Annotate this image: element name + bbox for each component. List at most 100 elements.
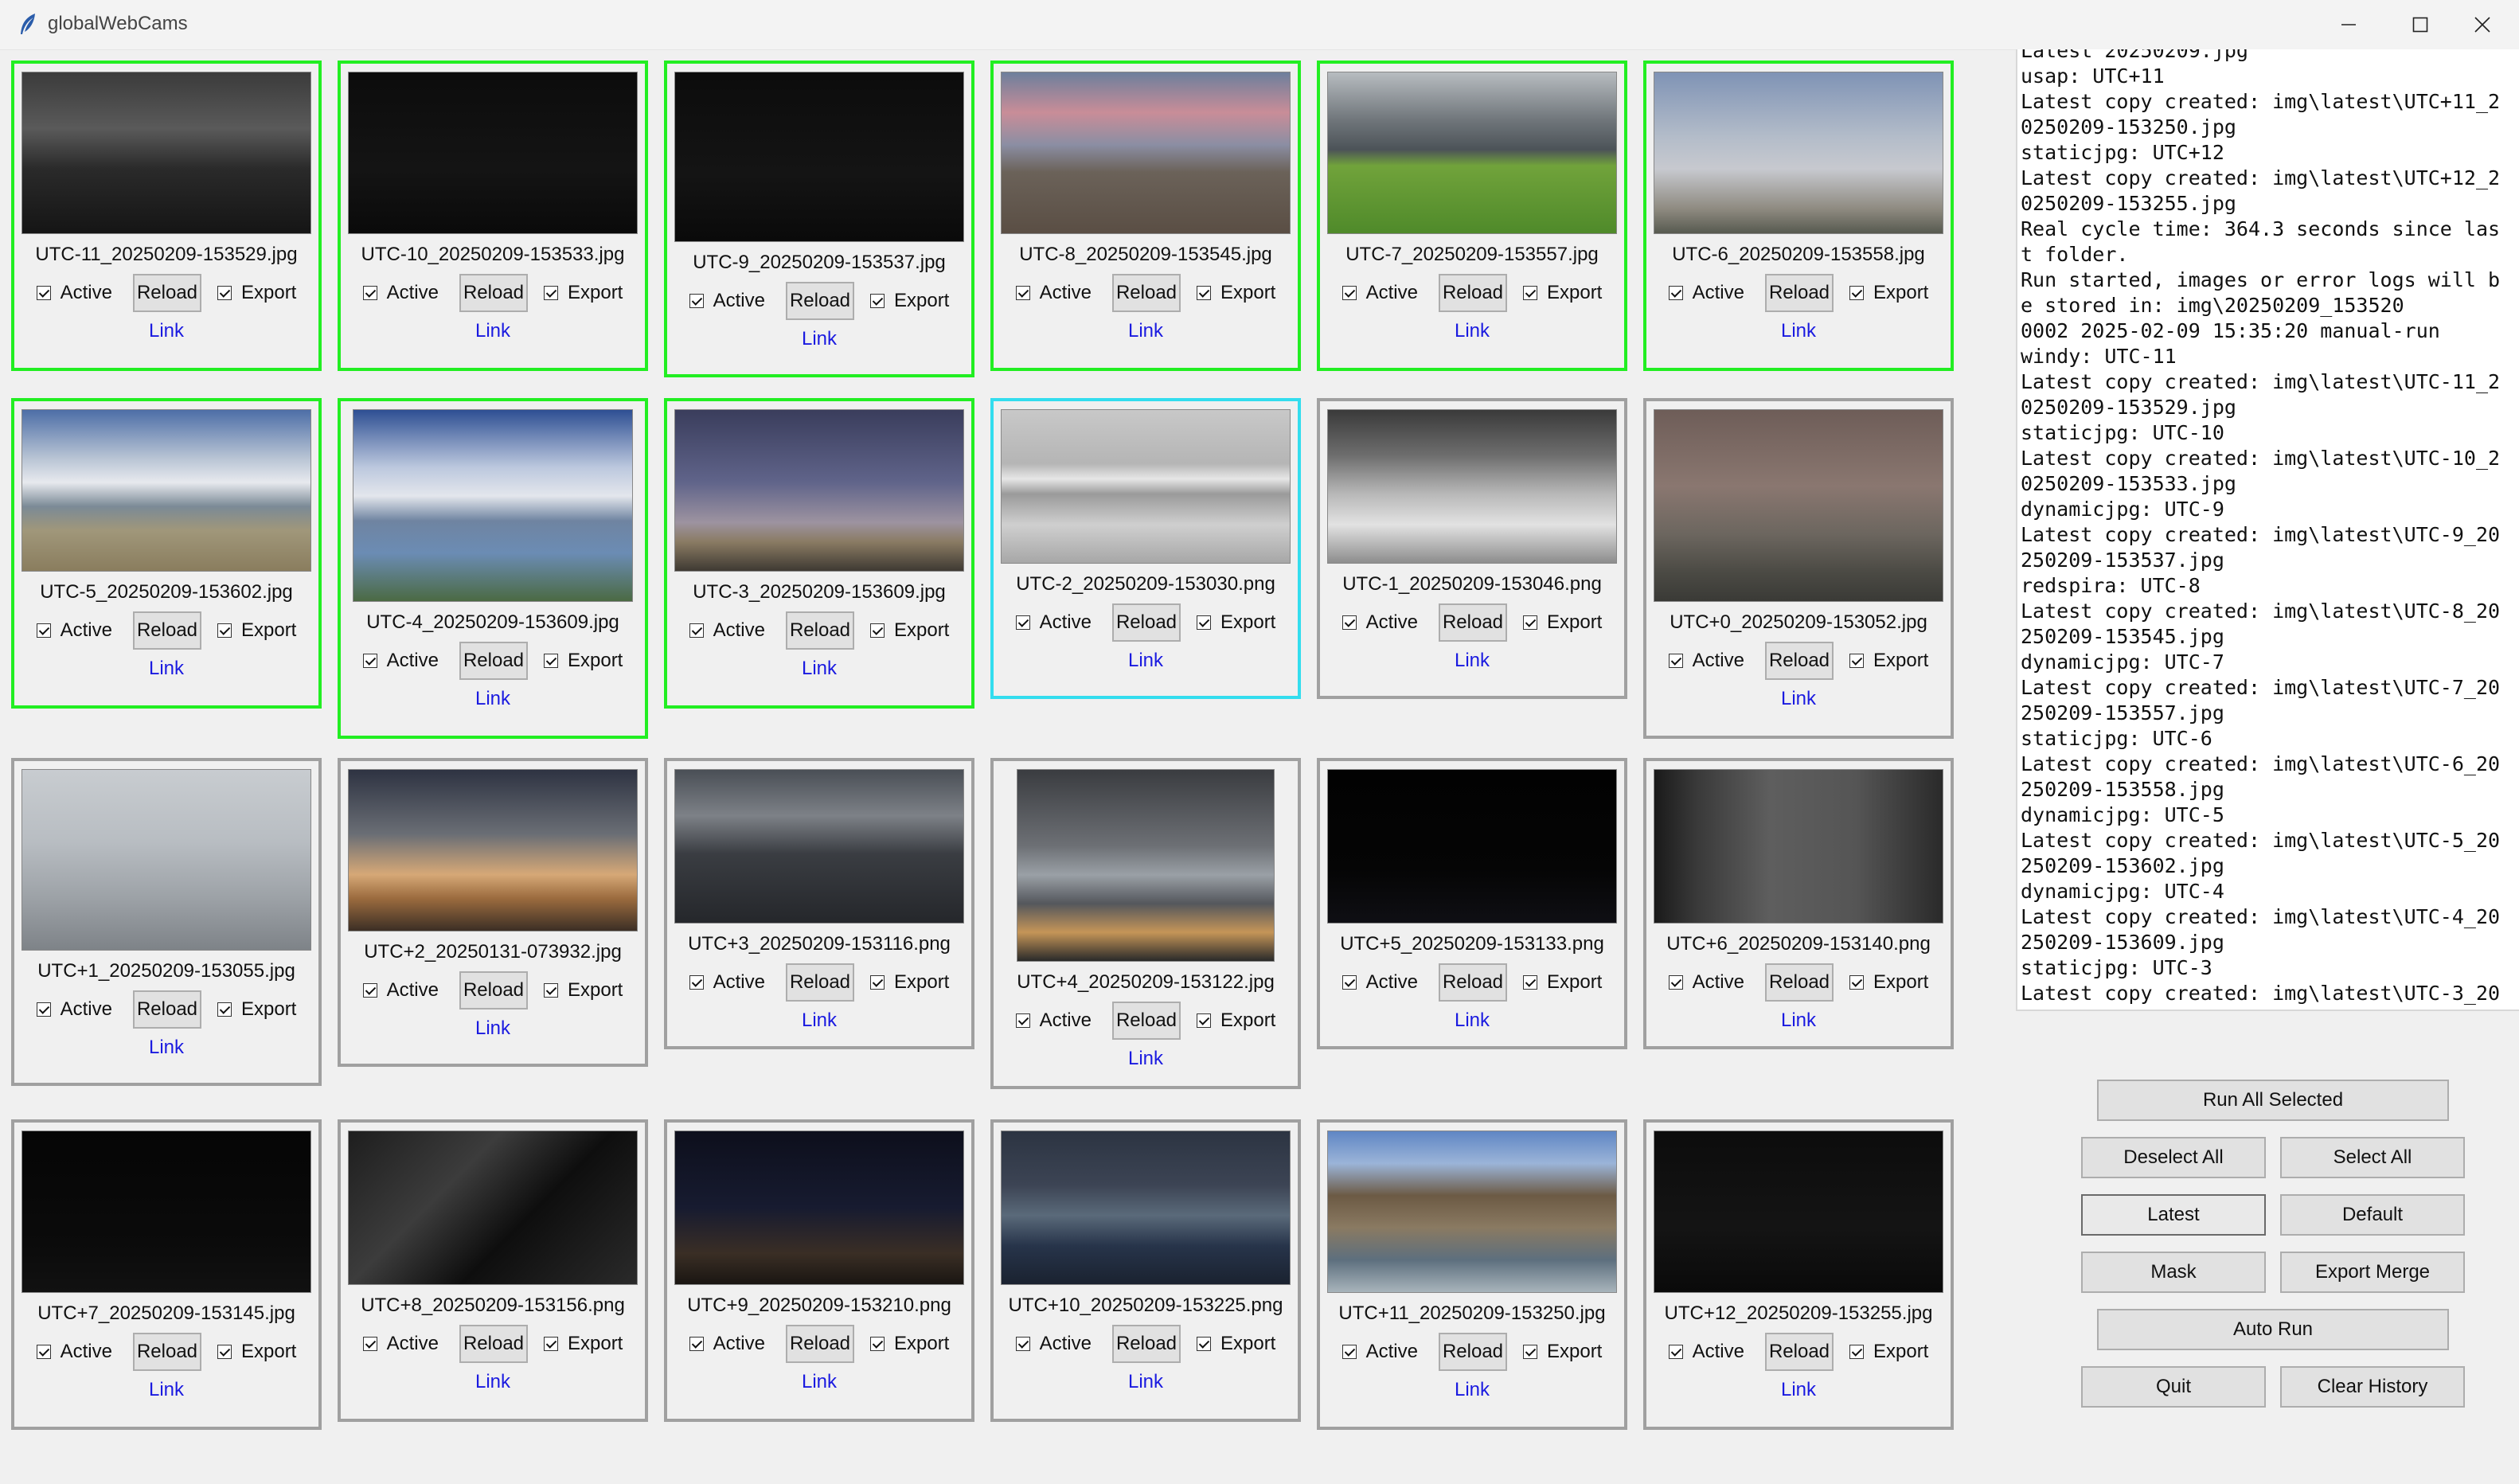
webcam-link[interactable]: Link <box>1455 320 1490 342</box>
webcam-image[interactable] <box>674 769 964 924</box>
webcam-image[interactable] <box>1017 769 1275 962</box>
reload-button[interactable]: Reload <box>785 963 854 1002</box>
webcam-image[interactable] <box>1327 769 1617 924</box>
reload-button[interactable]: Reload <box>1764 1333 1834 1371</box>
export-checkbox[interactable]: Export <box>543 1333 623 1355</box>
active-checkbox[interactable]: Active <box>36 282 112 304</box>
webcam-link[interactable]: Link <box>1455 1010 1490 1032</box>
active-checkbox[interactable]: Active <box>1342 971 1418 994</box>
active-checkbox[interactable]: Active <box>1015 1333 1092 1355</box>
export-checkbox[interactable]: Export <box>869 1333 949 1355</box>
webcam-image[interactable] <box>1654 72 1943 234</box>
webcam-image[interactable] <box>1327 409 1617 564</box>
active-checkbox[interactable]: Active <box>1668 1341 1744 1363</box>
export-checkbox[interactable]: Export <box>1522 282 1602 304</box>
webcam-image[interactable] <box>348 769 638 931</box>
webcam-image[interactable] <box>1654 409 1943 602</box>
export-checkbox[interactable]: Export <box>869 619 949 642</box>
reload-button[interactable]: Reload <box>1438 1333 1507 1371</box>
deselect-all-button[interactable]: Deselect All <box>2081 1137 2266 1178</box>
export-checkbox[interactable]: Export <box>1196 1010 1275 1032</box>
reload-button[interactable]: Reload <box>785 282 854 320</box>
active-checkbox[interactable]: Active <box>689 619 765 642</box>
reload-button[interactable]: Reload <box>132 611 201 650</box>
webcam-image[interactable] <box>21 72 311 234</box>
active-checkbox[interactable]: Active <box>36 619 112 642</box>
auto-run-button[interactable]: Auto Run <box>2097 1309 2449 1350</box>
log-panel[interactable]: Latest 20250209.jpg usap: UTC+11 Latest co… <box>2016 49 2519 1011</box>
active-checkbox[interactable]: Active <box>362 979 439 1002</box>
webcam-link[interactable]: Link <box>1781 1379 1816 1401</box>
webcam-link[interactable]: Link <box>475 1017 510 1040</box>
webcam-image[interactable] <box>674 409 964 572</box>
webcam-image[interactable] <box>21 409 311 572</box>
webcam-link[interactable]: Link <box>1781 688 1816 710</box>
export-checkbox[interactable]: Export <box>217 998 296 1021</box>
reload-button[interactable]: Reload <box>785 1325 854 1363</box>
webcam-image[interactable] <box>1327 72 1617 234</box>
active-checkbox[interactable]: Active <box>1015 1010 1092 1032</box>
export-checkbox[interactable]: Export <box>543 650 623 672</box>
reload-button[interactable]: Reload <box>1438 603 1507 642</box>
run-all-selected-button[interactable]: Run All Selected <box>2097 1080 2449 1121</box>
active-checkbox[interactable]: Active <box>1342 282 1418 304</box>
reload-button[interactable]: Reload <box>132 274 201 312</box>
reload-button[interactable]: Reload <box>1111 274 1181 312</box>
webcam-link[interactable]: Link <box>802 658 837 680</box>
active-checkbox[interactable]: Active <box>1668 971 1744 994</box>
webcam-link[interactable]: Link <box>475 1371 510 1393</box>
webcam-link[interactable]: Link <box>149 1037 184 1059</box>
webcam-image[interactable] <box>1654 1131 1943 1293</box>
webcam-image[interactable] <box>353 409 633 602</box>
webcam-link[interactable]: Link <box>149 320 184 342</box>
webcam-image[interactable] <box>1001 409 1291 564</box>
reload-button[interactable]: Reload <box>459 642 528 680</box>
active-checkbox[interactable]: Active <box>1668 282 1744 304</box>
export-checkbox[interactable]: Export <box>1522 971 1602 994</box>
reload-button[interactable]: Reload <box>459 971 528 1010</box>
webcam-link[interactable]: Link <box>475 320 510 342</box>
webcam-link[interactable]: Link <box>802 328 837 350</box>
active-checkbox[interactable]: Active <box>1015 611 1092 634</box>
quit-button[interactable]: Quit <box>2081 1366 2266 1408</box>
default-button[interactable]: Default <box>2280 1194 2465 1236</box>
webcam-image[interactable] <box>21 1131 311 1293</box>
webcam-link[interactable]: Link <box>802 1371 837 1393</box>
webcam-image[interactable] <box>348 72 638 234</box>
export-checkbox[interactable]: Export <box>869 290 949 312</box>
export-checkbox[interactable]: Export <box>1849 971 1928 994</box>
active-checkbox[interactable]: Active <box>36 998 112 1021</box>
reload-button[interactable]: Reload <box>1111 603 1181 642</box>
active-checkbox[interactable]: Active <box>1342 1341 1418 1363</box>
webcam-image[interactable] <box>674 72 964 242</box>
active-checkbox[interactable]: Active <box>689 290 765 312</box>
export-merge-button[interactable]: Export Merge <box>2280 1252 2465 1293</box>
active-checkbox[interactable]: Active <box>689 971 765 994</box>
reload-button[interactable]: Reload <box>1764 963 1834 1002</box>
webcam-link[interactable]: Link <box>1128 650 1163 672</box>
export-checkbox[interactable]: Export <box>1196 282 1275 304</box>
webcam-link[interactable]: Link <box>1455 1379 1490 1401</box>
export-checkbox[interactable]: Export <box>869 971 949 994</box>
reload-button[interactable]: Reload <box>1764 642 1834 680</box>
active-checkbox[interactable]: Active <box>1015 282 1092 304</box>
webcam-link[interactable]: Link <box>1781 1010 1816 1032</box>
reload-button[interactable]: Reload <box>132 1333 201 1371</box>
webcam-link[interactable]: Link <box>1128 1371 1163 1393</box>
export-checkbox[interactable]: Export <box>1849 650 1928 672</box>
active-checkbox[interactable]: Active <box>362 650 439 672</box>
webcam-image[interactable] <box>1001 72 1291 234</box>
webcam-link[interactable]: Link <box>1128 320 1163 342</box>
webcam-image[interactable] <box>1327 1131 1617 1293</box>
active-checkbox[interactable]: Active <box>1668 650 1744 672</box>
webcam-link[interactable]: Link <box>475 688 510 710</box>
export-checkbox[interactable]: Export <box>1849 282 1928 304</box>
reload-button[interactable]: Reload <box>1438 963 1507 1002</box>
active-checkbox[interactable]: Active <box>1342 611 1418 634</box>
export-checkbox[interactable]: Export <box>1522 611 1602 634</box>
select-all-button[interactable]: Select All <box>2280 1137 2465 1178</box>
export-checkbox[interactable]: Export <box>217 1341 296 1363</box>
webcam-image[interactable] <box>674 1131 964 1285</box>
export-checkbox[interactable]: Export <box>1196 1333 1275 1355</box>
export-checkbox[interactable]: Export <box>543 979 623 1002</box>
